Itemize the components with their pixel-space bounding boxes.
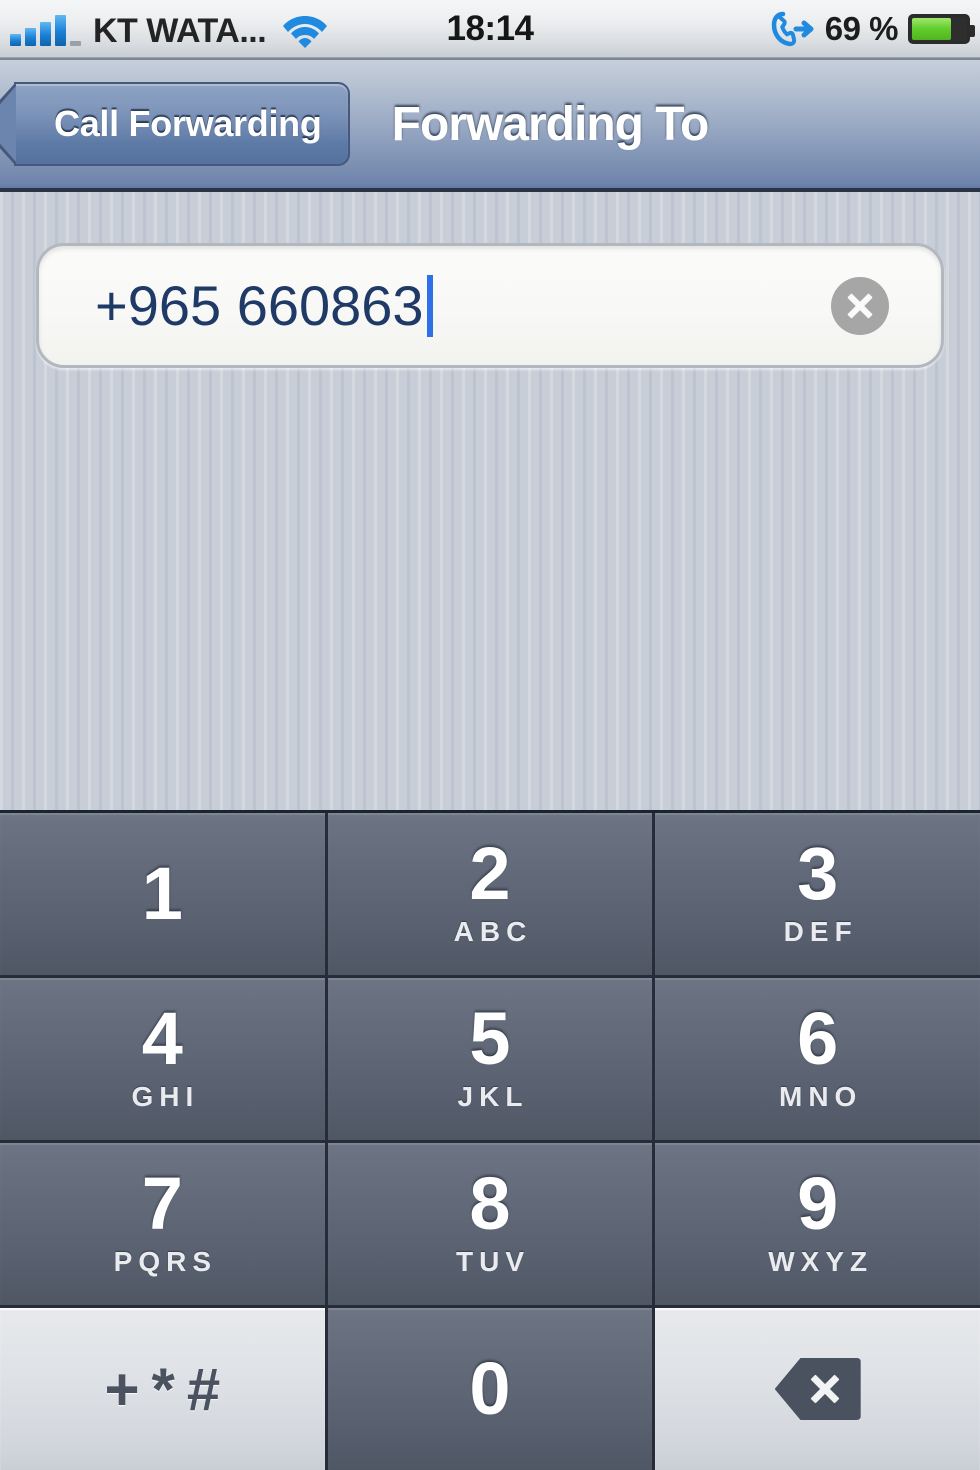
key-0[interactable]: 0	[327, 1308, 656, 1470]
key-digit-label: 6	[797, 996, 839, 1080]
call-forwarding-icon	[771, 11, 814, 46]
key-digit-label: 3	[797, 831, 839, 915]
navigation-bar: Call Forwarding Forwarding To	[0, 58, 980, 192]
key-letters-label: GHI	[131, 1081, 200, 1113]
key-letters-label: TUV	[456, 1246, 530, 1278]
key-2[interactable]: 2 ABC	[327, 813, 656, 975]
keypad-row: 4 GHI 5 JKL 6 MNO	[0, 978, 980, 1143]
status-bar: KT WATA... 18:14 69 %	[0, 0, 980, 58]
key-4[interactable]: 4 GHI	[0, 978, 328, 1140]
keypad-row: 7 PQRS 8 TUV 9 WXYZ	[0, 1143, 980, 1308]
key-digit-label: 0	[469, 1346, 511, 1430]
key-9[interactable]: 9 WXYZ	[655, 1143, 980, 1305]
key-7[interactable]: 7 PQRS	[0, 1143, 328, 1305]
key-letters-label: JKL	[457, 1081, 529, 1113]
key-letters-label: DEF	[783, 916, 858, 948]
phone-number-input[interactable]: +965 660863	[36, 243, 944, 368]
key-digit-label: 9	[797, 1161, 839, 1245]
phone-screen: KT WATA... 18:14 69 % Call Forwarding Fo…	[0, 0, 980, 1470]
phone-number-value: +965 660863	[95, 273, 424, 337]
backspace-delete-icon	[774, 1358, 861, 1420]
keypad-row-bottom: +*# 0	[0, 1308, 980, 1470]
key-digit-label: 2	[469, 831, 511, 915]
key-6[interactable]: 6 MNO	[655, 978, 980, 1140]
back-button-call-forwarding[interactable]: Call Forwarding	[0, 82, 350, 166]
back-chevron-inner-icon	[0, 86, 16, 162]
key-digit-label: 7	[141, 1161, 183, 1245]
key-letters-label: ABC	[453, 916, 533, 948]
key-8[interactable]: 8 TUV	[327, 1143, 656, 1305]
battery-percentage-label: 69 %	[824, 9, 899, 47]
key-1[interactable]: 1	[0, 813, 328, 975]
key-3[interactable]: 3 DEF	[655, 813, 980, 975]
key-backspace[interactable]	[655, 1308, 980, 1470]
key-letters-label: MNO	[779, 1081, 863, 1113]
key-digit-label: 1	[141, 851, 183, 935]
key-letters-label: PQRS	[113, 1246, 218, 1278]
key-digit-label: 5	[469, 996, 511, 1080]
key-letters-label: WXYZ	[768, 1246, 874, 1278]
numeric-keypad: 1 2 ABC 3 DEF 4 GHI 5 JKL 6 MNO 7 PQRS 8…	[0, 813, 980, 1470]
key-symbols[interactable]: +*#	[0, 1308, 328, 1470]
key-5[interactable]: 5 JKL	[327, 978, 656, 1140]
text-caret	[426, 274, 433, 337]
back-button-label: Call Forwarding	[54, 103, 322, 144]
key-symbols-label: +*#	[104, 1355, 233, 1423]
status-bar-right: 69 %	[771, 9, 975, 48]
keypad-row: 1 2 ABC 3 DEF	[0, 813, 980, 978]
phone-value-wrapper: +965 660863	[95, 273, 831, 337]
clear-text-icon[interactable]	[831, 276, 889, 335]
key-digit-label: 8	[469, 1161, 511, 1245]
battery-icon	[908, 13, 975, 44]
key-digit-label: 4	[141, 996, 183, 1080]
